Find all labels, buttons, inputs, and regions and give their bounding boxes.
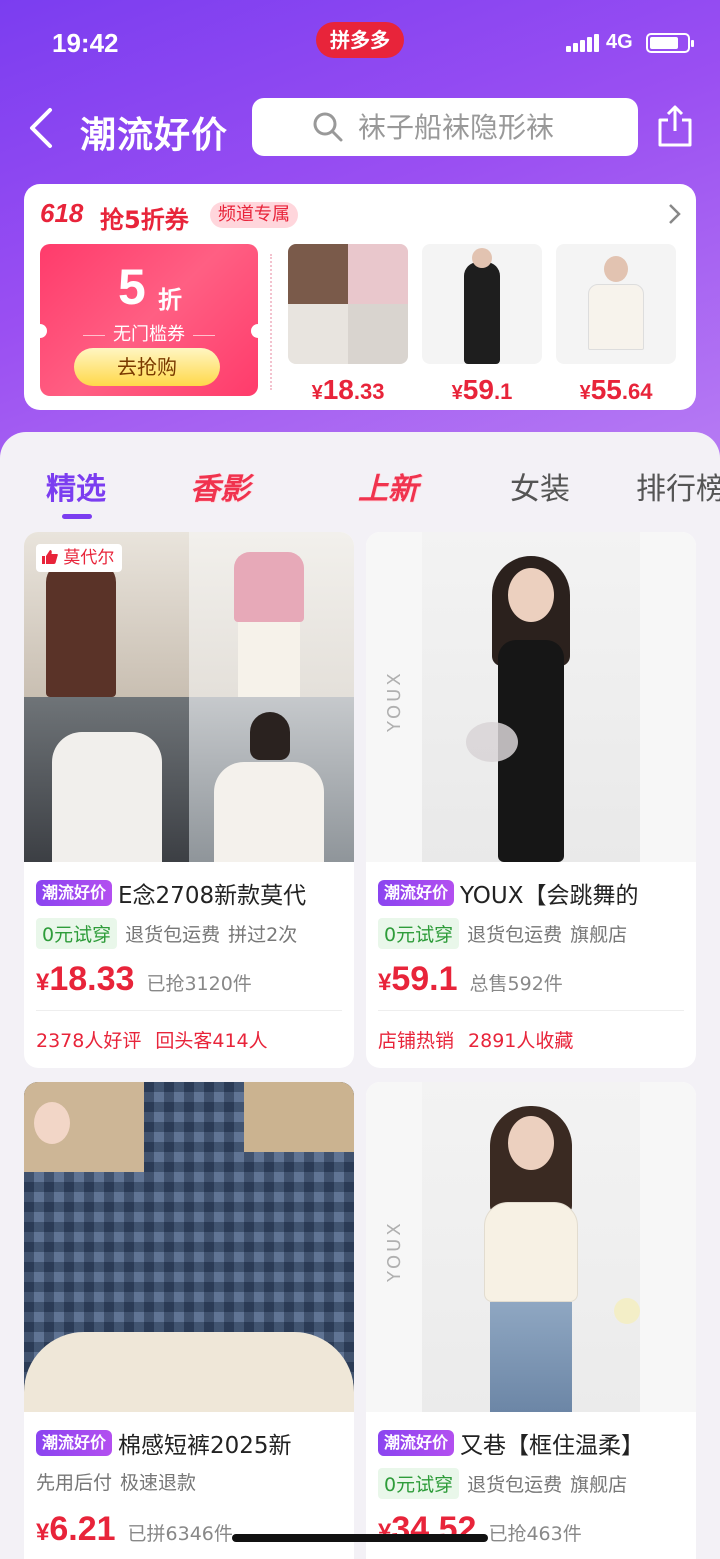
promo-item[interactable]: ¥18.33 (288, 244, 408, 406)
divider (36, 1010, 342, 1011)
sold-count: 已抢3120件 (146, 973, 252, 995)
tab-new[interactable]: 上新 (358, 464, 418, 508)
tag-free-trial: 0元试穿 (378, 918, 460, 949)
product-title-row: 潮流好价 E念2708新款莫代 (36, 876, 346, 908)
brand-mark: YOUX (384, 670, 405, 732)
share-button[interactable] (656, 104, 694, 148)
material-badge: 莫代尔 (36, 544, 123, 572)
battery-icon (646, 33, 694, 53)
tab-indicator (62, 514, 92, 519)
tab-ranking[interactable]: 排行榜 (636, 464, 720, 508)
tag-free-trial: 0元试穿 (36, 918, 118, 949)
product-image (556, 244, 676, 364)
promo-price: ¥55.64 (579, 374, 653, 405)
back-icon (30, 108, 52, 148)
tag: 退货包运费 (467, 924, 563, 946)
product-price: 18.33 (49, 960, 135, 998)
tag: 拼过2次 (228, 924, 298, 946)
product-price: 59.1 (391, 960, 458, 998)
coupon[interactable]: 5 折 无门槛券 去抢购 (33, 244, 265, 396)
product-title: E念2708新款莫代 (118, 883, 307, 908)
product-image (288, 244, 408, 364)
tag: 旗舰店 (570, 924, 628, 946)
search-box[interactable] (252, 98, 638, 156)
product-footer: 2378人好评 回头客414人 (36, 1030, 268, 1052)
coupon-desc: 无门槛券 (40, 320, 258, 346)
network-label: 4G (606, 31, 633, 53)
thumbs-up-icon (42, 550, 58, 564)
promo-price: ¥59.1 (451, 374, 513, 405)
home-indicator[interactable] (232, 1534, 488, 1542)
promo-price: ¥18.33 (311, 374, 385, 405)
promo-tag: 频道专属 (210, 202, 298, 228)
search-input[interactable] (358, 106, 628, 148)
page-title: 潮流好价 (80, 115, 229, 156)
divider (270, 254, 272, 390)
tab-womenswear[interactable]: 女装 (510, 464, 570, 508)
status-time: 19:42 (52, 28, 119, 58)
signal-icon (566, 34, 599, 52)
tag: 旗舰店 (570, 1474, 628, 1496)
product-tags: 先用后付 极速退款 (36, 1468, 204, 1495)
tab-xiangying[interactable]: 香影 (190, 464, 250, 508)
product-image: YOUX (366, 532, 696, 862)
chevron-right-icon[interactable] (666, 202, 682, 226)
back-button[interactable] (24, 104, 60, 152)
promo-618-label: 618 (40, 198, 84, 228)
coupon-unit: 折 (158, 286, 182, 314)
product-title: YOUX【会跳舞的 (460, 883, 639, 908)
tag: 极速退款 (120, 1472, 197, 1494)
channel-badge: 潮流好价 (36, 1430, 113, 1456)
promo-card[interactable]: 618 抢5折券 频道专属 5 折 无门槛券 去抢购 ¥18.33 ¥59.1 … (24, 184, 696, 410)
divider (378, 1010, 684, 1011)
search-icon (313, 112, 343, 142)
price-row: ¥34.52 已抢463件 (378, 1510, 582, 1548)
channel-badge: 潮流好价 (378, 880, 455, 906)
product-card[interactable]: 潮流好价 棉感短裤2025新 先用后付 极速退款 ¥6.21 已拼6346件 (24, 1082, 354, 1559)
product-tags: 0元试穿 退货包运费 旗舰店 (378, 1468, 635, 1499)
tag: 退货包运费 (125, 924, 221, 946)
grab-coupon-button[interactable]: 去抢购 (74, 348, 220, 386)
share-icon (658, 105, 692, 147)
product-title: 又巷【框住温柔】 (460, 1433, 645, 1458)
product-image: YOUX (366, 1082, 696, 1412)
brand-mark: YOUX (384, 1220, 405, 1282)
product-title-row: 潮流好价 YOUX【会跳舞的 (378, 876, 688, 908)
product-image (24, 1082, 354, 1412)
product-price: 34.52 (391, 1510, 477, 1548)
product-image: 莫代尔 (24, 532, 354, 862)
price-row: ¥59.1 总售592件 (378, 960, 563, 998)
promo-item[interactable]: ¥55.64 (556, 244, 676, 406)
channel-badge: 潮流好价 (36, 880, 113, 906)
sold-count: 已拼6346件 (127, 1523, 233, 1545)
app-badge: 拼多多 (316, 22, 404, 58)
product-image (422, 244, 542, 364)
tag-free-trial: 0元试穿 (378, 1468, 460, 1499)
price-row: ¥18.33 已抢3120件 (36, 960, 252, 998)
promo-title: 抢5折券 (100, 206, 189, 234)
product-tags: 0元试穿 退货包运费 旗舰店 (378, 918, 635, 949)
content-area: 精选 香影 上新 女装 排行榜 莫代尔 潮流好价 E念2708新款莫代 0元试穿… (0, 432, 720, 1559)
product-card[interactable]: YOUX 潮流好价 又巷【框住温柔】 0元试穿 退货包运费 旗舰店 ¥34.52 已抢4… (366, 1082, 696, 1559)
tab-selected[interactable]: 精选 (46, 464, 106, 508)
price-row: ¥6.21 已拼6346件 (36, 1510, 233, 1548)
tab-bar: 精选 香影 上新 女装 排行榜 (0, 432, 720, 522)
tag: 先用后付 (36, 1472, 113, 1494)
product-title-row: 潮流好价 又巷【框住温柔】 (378, 1426, 688, 1458)
product-card[interactable]: YOUX 潮流好价 YOUX【会跳舞的 0元试穿 退货包运费 旗舰店 ¥59.1 总售5… (366, 532, 696, 1068)
sold-count: 总售592件 (469, 973, 563, 995)
product-tags: 0元试穿 退货包运费 拼过2次 (36, 918, 305, 949)
tag: 退货包运费 (467, 1474, 563, 1496)
product-title-row: 潮流好价 棉感短裤2025新 (36, 1426, 346, 1458)
promo-item[interactable]: ¥59.1 (422, 244, 542, 406)
status-bar: 19:42 拼多多 4G (0, 0, 720, 80)
channel-badge: 潮流好价 (378, 1430, 455, 1456)
coupon-value: 5 (118, 259, 146, 315)
product-card[interactable]: 莫代尔 潮流好价 E念2708新款莫代 0元试穿 退货包运费 拼过2次 ¥18.33 已… (24, 532, 354, 1068)
product-title: 棉感短裤2025新 (118, 1433, 292, 1458)
product-footer: 店铺热销 2891人收藏 (378, 1030, 574, 1052)
product-price: 6.21 (49, 1510, 116, 1548)
sold-count: 已抢463件 (488, 1523, 582, 1545)
